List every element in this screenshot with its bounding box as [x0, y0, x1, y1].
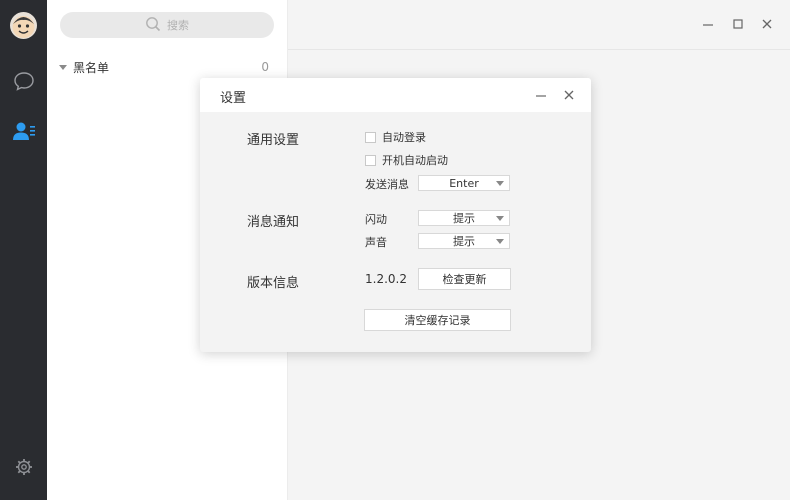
- avatar[interactable]: [10, 12, 37, 39]
- send-message-label: 发送消息: [365, 178, 409, 191]
- search-icon: [145, 16, 161, 35]
- caret-down-icon: [59, 64, 67, 70]
- flash-value: 提示: [453, 212, 475, 225]
- dialog-title: 设置: [220, 91, 247, 106]
- flash-label: 闪动: [365, 213, 387, 226]
- auto-login-checkbox[interactable]: [365, 131, 376, 143]
- auto-login-label: 自动登录: [382, 131, 426, 144]
- auto-start-checkbox[interactable]: [365, 154, 376, 166]
- search-placeholder: 搜索: [167, 19, 189, 32]
- minimize-icon[interactable]: [700, 16, 716, 32]
- dialog-minimize-icon[interactable]: [533, 87, 549, 103]
- group-name: 黑名单: [73, 60, 110, 75]
- check-update-button[interactable]: 检查更新: [418, 268, 511, 290]
- dialog-close-icon[interactable]: [561, 87, 577, 103]
- auto-login-option[interactable]: 自动登录: [365, 129, 426, 145]
- dropdown-arrow-icon: [496, 239, 504, 244]
- auto-start-label: 开机自动启动: [382, 154, 448, 167]
- close-icon[interactable]: [759, 16, 775, 32]
- maximize-icon[interactable]: [730, 16, 746, 32]
- dropdown-arrow-icon: [496, 216, 504, 221]
- main-titlebar: [288, 0, 790, 50]
- send-message-value: Enter: [449, 176, 479, 190]
- gear-icon[interactable]: [11, 454, 36, 479]
- chat-bubble-icon[interactable]: [11, 68, 36, 93]
- sound-value: 提示: [453, 235, 475, 248]
- general-settings-label: 通用设置: [247, 133, 300, 148]
- group-count: 0: [261, 60, 269, 74]
- send-message-select[interactable]: Enter: [418, 175, 510, 191]
- search-input[interactable]: 搜索: [60, 12, 274, 38]
- auto-start-option[interactable]: 开机自动启动: [365, 152, 448, 168]
- message-notify-label: 消息通知: [247, 215, 300, 230]
- dialog-header: 设置: [200, 78, 591, 112]
- dropdown-arrow-icon: [496, 181, 504, 186]
- version-info-label: 版本信息: [247, 276, 300, 291]
- sound-select[interactable]: 提示: [418, 233, 510, 249]
- clear-cache-button[interactable]: 清空缓存记录: [364, 309, 511, 331]
- contact-group-blacklist[interactable]: 黑名单 0: [59, 58, 269, 76]
- flash-select[interactable]: 提示: [418, 210, 510, 226]
- sound-label: 声音: [365, 236, 387, 249]
- settings-dialog: 设置 通用设置 自动登录 开机自动启动 发送消息 Enter 消息通知 闪动 提…: [200, 78, 591, 352]
- contacts-icon[interactable]: [11, 118, 36, 143]
- nav-rail: [0, 0, 47, 500]
- version-number: 1.2.0.2: [365, 272, 407, 286]
